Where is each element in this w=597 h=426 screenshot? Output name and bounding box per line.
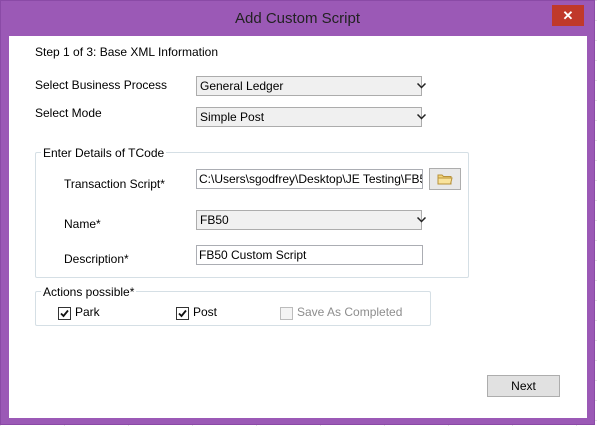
- checkmark-icon: [60, 309, 69, 318]
- close-button[interactable]: ✕: [552, 5, 584, 26]
- checkmark-icon: [178, 309, 187, 318]
- tcode-details-title: Enter Details of TCode: [41, 146, 167, 160]
- title-bar[interactable]: Add Custom Script ✕: [1, 1, 594, 37]
- name-label: Name*: [64, 217, 101, 231]
- close-icon: ✕: [562, 8, 574, 23]
- transaction-script-field[interactable]: C:\Users\sgodfrey\Desktop\JE Testing\FB5…: [196, 169, 423, 189]
- save-as-completed-label[interactable]: Save As Completed: [297, 305, 402, 319]
- mode-select[interactable]: Simple Post: [196, 107, 426, 127]
- folder-icon: [437, 174, 453, 185]
- name-value: FB50: [200, 213, 229, 227]
- browse-button[interactable]: [429, 168, 461, 190]
- description-field[interactable]: FB50 Custom Script: [196, 245, 423, 265]
- business-process-label: Select Business Process: [35, 78, 168, 92]
- next-button[interactable]: Next: [487, 375, 560, 397]
- save-as-completed-checkbox[interactable]: [280, 307, 293, 320]
- step-indicator: Step 1 of 3: Base XML Information: [35, 45, 218, 59]
- mode-value: Simple Post: [200, 110, 265, 124]
- business-process-value: General Ledger: [200, 79, 284, 93]
- park-label[interactable]: Park: [75, 305, 100, 319]
- dialog-body: Step 1 of 3: Base XML Information Select…: [9, 36, 587, 418]
- actions-title: Actions possible*: [41, 285, 137, 299]
- post-checkbox[interactable]: [176, 307, 189, 320]
- add-custom-script-dialog: Add Custom Script ✕ Step 1 of 3: Base XM…: [0, 0, 595, 425]
- business-process-select[interactable]: General Ledger: [196, 76, 426, 96]
- post-label[interactable]: Post: [193, 305, 217, 319]
- park-checkbox[interactable]: [58, 307, 71, 320]
- transaction-script-label: Transaction Script*: [64, 177, 165, 191]
- mode-label: Select Mode: [35, 106, 102, 120]
- description-label: Description*: [64, 252, 129, 266]
- name-select[interactable]: FB50: [196, 210, 426, 230]
- dialog-title: Add Custom Script: [234, 10, 361, 27]
